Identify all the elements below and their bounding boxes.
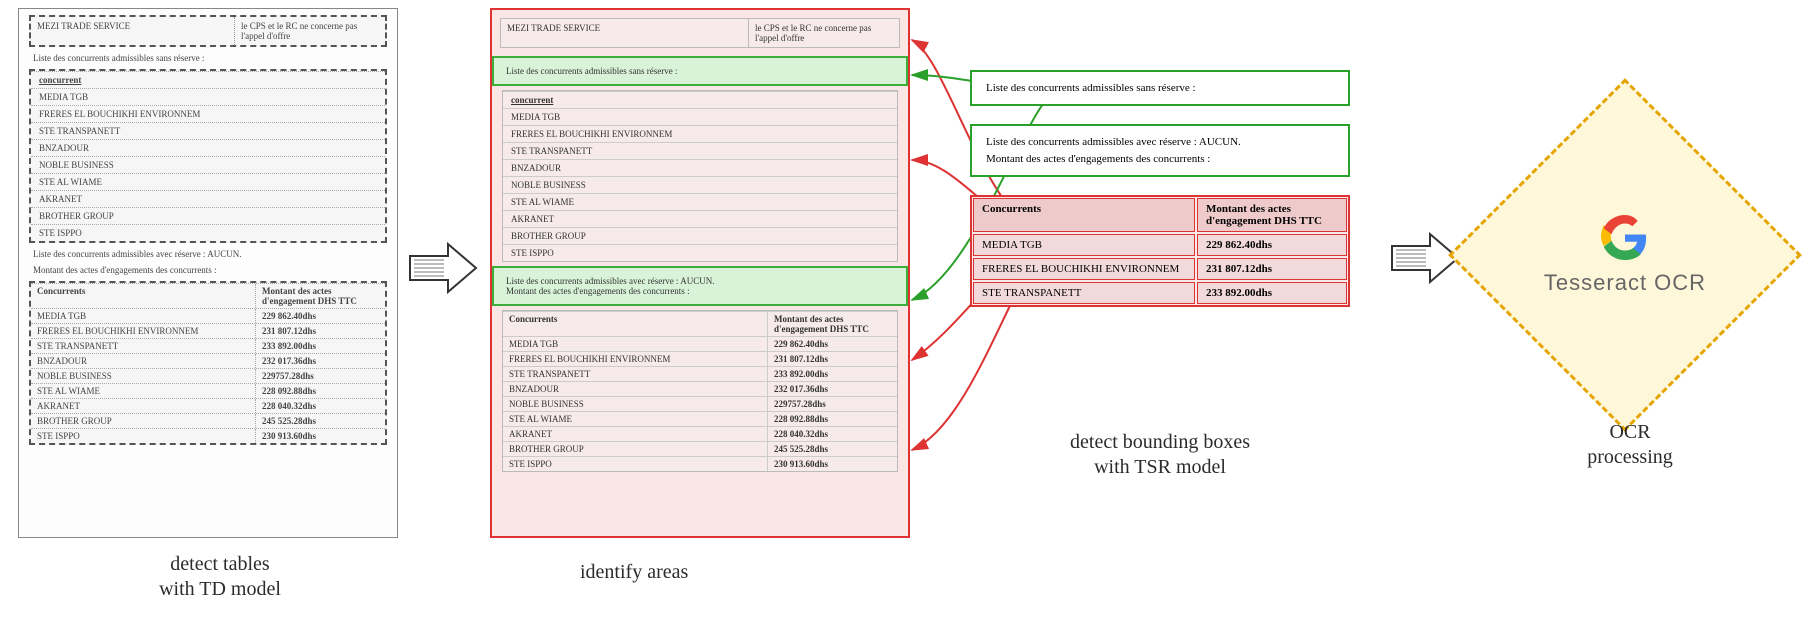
arrow-2 bbox=[1390, 230, 1460, 286]
s1-table1-row: NOBLE BUSINESS bbox=[31, 156, 385, 173]
s2-table2-row: NOBLE BUSINESS229757.28dhs bbox=[503, 396, 897, 411]
s2-table2-row: FRERES EL BOUCHIKHI ENVIRONNEM231 807.12… bbox=[503, 351, 897, 366]
s2-table1-row: STE ISPPO bbox=[503, 244, 897, 261]
s1-table2-row: MEDIA TGB229 862.40dhs bbox=[31, 308, 385, 323]
diamond-content: Tesseract OCR bbox=[1480, 110, 1770, 400]
s1-table1-row: BNZADOUR bbox=[31, 139, 385, 156]
stage3-tsr-boxes: Liste des concurrents admissibles sans r… bbox=[970, 70, 1350, 307]
caption-stage1: detect tableswith TD model bbox=[90, 552, 350, 602]
s1-table1-row: MEDIA TGB bbox=[31, 88, 385, 105]
s2-table2-row: STE AL WIAME228 092.88dhs bbox=[503, 411, 897, 426]
s2-table1-row: NOBLE BUSINESS bbox=[503, 176, 897, 193]
s1-header-box: MEZI TRADE SERVICE le CPS et le RC ne co… bbox=[29, 15, 387, 47]
s2-table1-row: BNZADOUR bbox=[503, 159, 897, 176]
arrow-1 bbox=[408, 240, 478, 296]
s1-table1-row: AKRANET bbox=[31, 190, 385, 207]
s1-table1-row: FRERES EL BOUCHIKHI ENVIRONNEM bbox=[31, 105, 385, 122]
caption-stage4: OCRprocessing bbox=[1550, 420, 1710, 470]
s3-table-row: FRERES EL BOUCHIKHI ENVIRONNEM231 807.12… bbox=[972, 257, 1348, 281]
s1-table2-header: Concurrents Montant des actes d'engageme… bbox=[31, 283, 385, 308]
s2-table2-row: BROTHER GROUP245 525.28dhs bbox=[503, 441, 897, 456]
s2-table2: Concurrents Montant des actes d'engageme… bbox=[502, 310, 898, 472]
s1-table2-row: NOBLE BUSINESS229757.28dhs bbox=[31, 368, 385, 383]
stage2-document-areas: MEZI TRADE SERVICE le CPS et le RC ne co… bbox=[490, 8, 910, 538]
s1-table2-row: STE AL WIAME228 092.88dhs bbox=[31, 383, 385, 398]
s2-company: MEZI TRADE SERVICE bbox=[501, 19, 749, 47]
s1-table1-row: STE AL WIAME bbox=[31, 173, 385, 190]
s2-table2-row: STE ISPPO230 913.60dhs bbox=[503, 456, 897, 471]
s1-note: le CPS et le RC ne concerne pas l'appel … bbox=[235, 17, 385, 45]
stage1-document-td: MEZI TRADE SERVICE le CPS et le RC ne co… bbox=[18, 8, 398, 538]
s2-table1-row: AKRANET bbox=[503, 210, 897, 227]
s2-textarea-2: Liste des concurrents admissibles avec r… bbox=[492, 266, 908, 306]
s2-table2-row: AKRANET228 040.32dhs bbox=[503, 426, 897, 441]
s1-table2-rows: MEDIA TGB229 862.40dhsFRERES EL BOUCHIKH… bbox=[31, 308, 385, 443]
s1-table1: concurrent MEDIA TGBFRERES EL BOUCHIKHI … bbox=[29, 69, 387, 243]
s2-note: le CPS et le RC ne concerne pas l'appel … bbox=[749, 19, 899, 47]
s1-table2-row: STE ISPPO230 913.60dhs bbox=[31, 428, 385, 443]
s1-table2: Concurrents Montant des actes d'engageme… bbox=[29, 281, 387, 445]
s2-textarea-1: Liste des concurrents admissibles sans r… bbox=[492, 56, 908, 86]
s1-text2b: Montant des actes d'engagements des conc… bbox=[33, 265, 383, 275]
s2-header-box: MEZI TRADE SERVICE le CPS et le RC ne co… bbox=[500, 18, 900, 48]
caption-stage2: identify areas bbox=[580, 560, 688, 585]
s1-table1-header: concurrent bbox=[31, 71, 385, 88]
s3-textbox-2: Liste des concurrents admissibles avec r… bbox=[970, 124, 1350, 177]
s1-table1-row: STE TRANSPANETT bbox=[31, 122, 385, 139]
s2-table1: concurrent MEDIA TGBFRERES EL BOUCHIKHI … bbox=[502, 90, 898, 262]
s1-table1-row: STE ISPPO bbox=[31, 224, 385, 241]
s2-table1-row: MEDIA TGB bbox=[503, 108, 897, 125]
s3-table-row: MEDIA TGB229 862.40dhs bbox=[972, 233, 1348, 257]
s2-table1-row: FRERES EL BOUCHIKHI ENVIRONNEM bbox=[503, 125, 897, 142]
s1-table2-row: FRERES EL BOUCHIKHI ENVIRONNEM231 807.12… bbox=[31, 323, 385, 338]
s1-table2-row: BNZADOUR232 017.36dhs bbox=[31, 353, 385, 368]
s3-table-row: STE TRANSPANETT233 892.00dhs bbox=[972, 281, 1348, 305]
s1-table1-row: BROTHER GROUP bbox=[31, 207, 385, 224]
s1-table2-row: BROTHER GROUP245 525.28dhs bbox=[31, 413, 385, 428]
s1-text1: Liste des concurrents admissibles sans r… bbox=[33, 53, 383, 63]
s2-table2-row: BNZADOUR232 017.36dhs bbox=[503, 381, 897, 396]
s3-textbox-1: Liste des concurrents admissibles sans r… bbox=[970, 70, 1350, 106]
s3-table: Concurrents Montant des actes d'engageme… bbox=[970, 195, 1350, 307]
tesseract-label: Tesseract OCR bbox=[1544, 270, 1706, 296]
s1-table2-row: AKRANET228 040.32dhs bbox=[31, 398, 385, 413]
s1-table2-row: STE TRANSPANETT233 892.00dhs bbox=[31, 338, 385, 353]
google-g-icon bbox=[1601, 214, 1649, 262]
s2-table2-row: STE TRANSPANETT233 892.00dhs bbox=[503, 366, 897, 381]
stage4-tesseract: Tesseract OCR bbox=[1480, 110, 1770, 400]
caption-stage3: detect bounding boxeswith TSR model bbox=[990, 430, 1330, 480]
s1-text2a: Liste des concurrents admissibles avec r… bbox=[33, 249, 383, 259]
s2-table2-row: MEDIA TGB229 862.40dhs bbox=[503, 336, 897, 351]
s2-table1-row: STE TRANSPANETT bbox=[503, 142, 897, 159]
s2-table1-row: BROTHER GROUP bbox=[503, 227, 897, 244]
s2-table1-row: STE AL WIAME bbox=[503, 193, 897, 210]
s1-company: MEZI TRADE SERVICE bbox=[31, 17, 235, 45]
s1-table1-rows: MEDIA TGBFRERES EL BOUCHIKHI ENVIRONNEMS… bbox=[31, 88, 385, 241]
